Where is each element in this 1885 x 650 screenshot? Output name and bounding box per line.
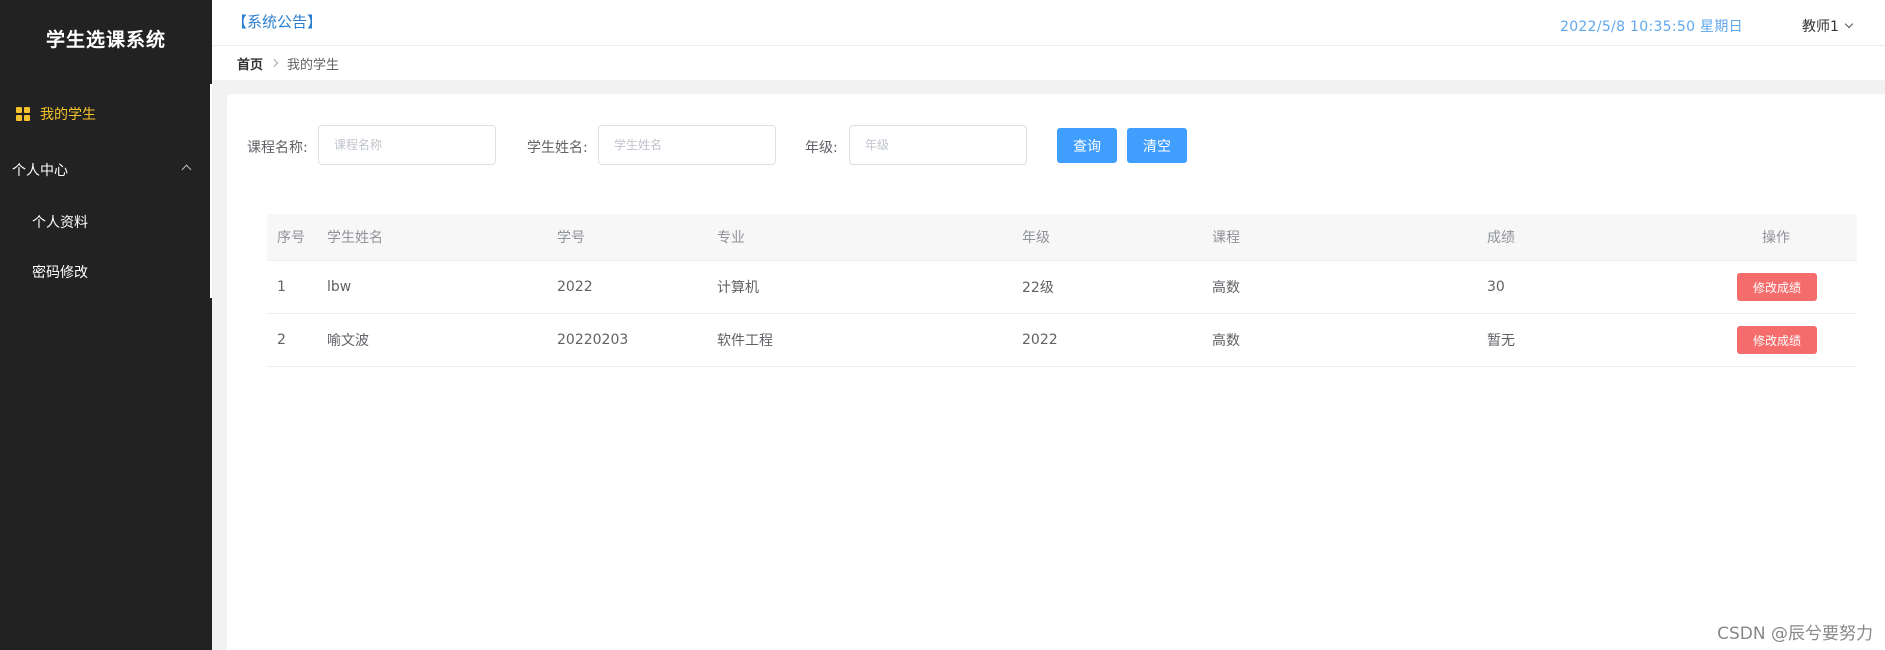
student-name-input[interactable] bbox=[598, 125, 776, 165]
students-table: 序号 学生姓名 学号 专业 年级 课程 成绩 操作 1 lbw 2022 计算机… bbox=[267, 214, 1857, 367]
student-id: 20220203 bbox=[557, 332, 629, 348]
student-grade: 2022 bbox=[1022, 332, 1058, 348]
score: 30 bbox=[1487, 279, 1505, 295]
column-header: 成绩 bbox=[1487, 230, 1515, 246]
column-header: 年级 bbox=[1022, 230, 1050, 246]
table-row: 2 喻文波 20220203 软件工程 2022 高数 暂无 修改成绩 bbox=[267, 314, 1857, 367]
chevron-up-icon bbox=[181, 164, 192, 175]
main-panel: 课程名称: 学生姓名: 年级: 查询 清空 序号 学生姓名 学号 专业 年级 课… bbox=[227, 94, 1885, 650]
course-name-label: 课程名称: bbox=[247, 140, 308, 156]
sidebar-item-label: 密码修改 bbox=[32, 265, 88, 281]
table-header: 序号 学生姓名 学号 专业 年级 课程 成绩 操作 bbox=[267, 214, 1857, 261]
student-name-label: 学生姓名: bbox=[527, 140, 588, 156]
sidebar-item-my-students[interactable]: 我的学生 bbox=[0, 94, 212, 134]
datetime-display: 2022/5/8 10:35:50 星期日 bbox=[1560, 19, 1743, 35]
edit-score-button[interactable]: 修改成绩 bbox=[1737, 326, 1817, 354]
user-name: 教师1 bbox=[1802, 19, 1839, 35]
student-name: lbw bbox=[327, 279, 352, 295]
sidebar-item-label: 个人资料 bbox=[32, 215, 88, 231]
row-index: 1 bbox=[277, 279, 286, 295]
column-header: 学生姓名 bbox=[327, 230, 383, 246]
search-form: 课程名称: 学生姓名: 年级: 查询 清空 bbox=[227, 125, 1885, 165]
watermark: CSDN @辰兮要努力 bbox=[1717, 624, 1873, 644]
student-major: 软件工程 bbox=[717, 333, 773, 349]
score: 暂无 bbox=[1487, 333, 1515, 349]
student-name: 喻文波 bbox=[327, 333, 369, 349]
sidebar: 学生选课系统 我的学生 个人中心 个人资料 密码修改 bbox=[0, 0, 212, 650]
chevron-right-icon bbox=[269, 58, 279, 68]
query-button[interactable]: 查询 bbox=[1057, 128, 1117, 163]
app-title: 学生选课系统 bbox=[45, 28, 166, 51]
sidebar-divider bbox=[210, 84, 212, 298]
header: 【系统公告】 2022/5/8 10:35:50 星期日 教师1 bbox=[212, 0, 1885, 46]
sidebar-item-label: 我的学生 bbox=[40, 107, 96, 123]
grade-label: 年级: bbox=[805, 140, 838, 156]
student-grade: 22级 bbox=[1022, 280, 1054, 296]
sidebar-item-password[interactable]: 密码修改 bbox=[0, 252, 212, 292]
sidebar-item-personal-center[interactable]: 个人中心 bbox=[0, 150, 212, 190]
user-menu[interactable]: 教师1 bbox=[1802, 16, 1854, 36]
chevron-down-icon bbox=[1844, 19, 1854, 29]
student-id: 2022 bbox=[557, 279, 593, 295]
system-notice-link[interactable]: 【系统公告】 bbox=[232, 11, 322, 32]
column-header: 序号 bbox=[277, 230, 305, 246]
grade-input[interactable] bbox=[849, 125, 1027, 165]
student-major: 计算机 bbox=[717, 280, 759, 296]
column-header: 学号 bbox=[557, 230, 585, 246]
edit-score-button[interactable]: 修改成绩 bbox=[1737, 273, 1817, 301]
breadcrumb-current: 我的学生 bbox=[287, 57, 340, 73]
course-name: 高数 bbox=[1212, 333, 1240, 349]
sidebar-item-profile[interactable]: 个人资料 bbox=[0, 202, 212, 242]
breadcrumb: 首页 我的学生 bbox=[212, 46, 1885, 80]
column-header: 专业 bbox=[717, 230, 745, 246]
column-header: 课程 bbox=[1212, 230, 1240, 246]
breadcrumb-home[interactable]: 首页 bbox=[237, 54, 263, 73]
course-name-input[interactable] bbox=[318, 125, 496, 165]
sidebar-item-label: 个人中心 bbox=[12, 163, 68, 179]
clear-button[interactable]: 清空 bbox=[1127, 128, 1187, 163]
course-name: 高数 bbox=[1212, 280, 1240, 296]
table-row: 1 lbw 2022 计算机 22级 高数 30 修改成绩 bbox=[267, 261, 1857, 314]
column-header: 操作 bbox=[1762, 230, 1790, 246]
grid-icon bbox=[16, 107, 30, 121]
row-index: 2 bbox=[277, 332, 286, 348]
